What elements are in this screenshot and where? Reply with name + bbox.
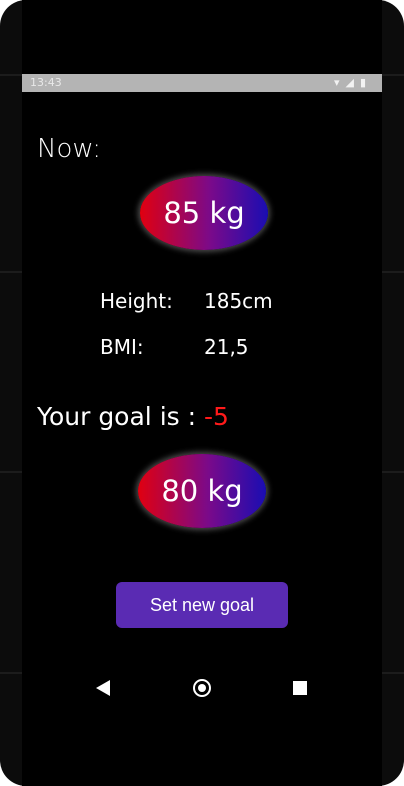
navigation-bar <box>22 668 382 708</box>
bmi-label: BMI: <box>100 335 144 359</box>
goal-prefix: Your goal is : <box>37 402 204 431</box>
recent-apps-icon[interactable] <box>293 681 307 695</box>
current-weight-badge: 85 kg <box>140 176 268 250</box>
wifi-icon: ▾ <box>333 76 346 89</box>
goal-text: Your goal is : -5 <box>37 402 229 431</box>
home-icon[interactable] <box>193 679 211 697</box>
status-bar: 13:43 ▾◢▮ <box>22 74 382 92</box>
bmi-value: 21,5 <box>204 335 249 359</box>
status-time: 13:43 <box>30 76 62 89</box>
set-new-goal-button[interactable]: Set new goal <box>116 582 288 628</box>
goal-weight-badge: 80 kg <box>138 454 266 528</box>
goal-delta: -5 <box>203 402 229 431</box>
status-icons: ▾◢▮ <box>334 76 372 89</box>
battery-icon: ▮ <box>359 76 372 89</box>
height-label: Height: <box>100 289 173 313</box>
back-icon[interactable] <box>96 680 110 696</box>
signal-icon: ◢ <box>345 76 360 89</box>
now-label: Now: <box>37 134 101 164</box>
height-value: 185cm <box>204 289 273 313</box>
